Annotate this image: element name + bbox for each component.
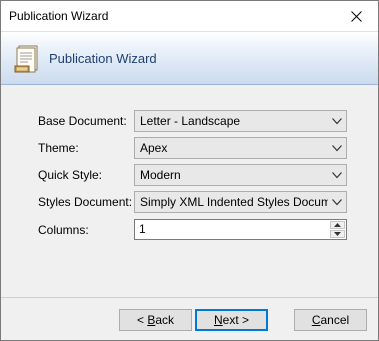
next-rest: ext >	[222, 313, 250, 327]
close-button[interactable]	[334, 1, 378, 31]
columns-spinner[interactable]: 1	[134, 219, 347, 240]
spin-up-button[interactable]	[330, 221, 345, 229]
theme-select[interactable]: Apex	[134, 137, 347, 159]
base-document-select[interactable]: Letter - Landscape	[134, 110, 347, 132]
base-document-label: Base Document:	[38, 114, 127, 128]
columns-value: 1	[139, 222, 146, 236]
window-title: Publication Wizard	[9, 9, 109, 23]
banner-title: Publication Wizard	[49, 51, 157, 66]
next-mnemonic: N	[213, 313, 223, 327]
chevron-down-icon	[332, 118, 342, 125]
columns-spinner-buttons	[330, 221, 345, 238]
wizard-header-banner: Publication Wizard	[1, 31, 378, 85]
wizard-form: Base Document: Letter - Landscape Theme:…	[1, 86, 378, 296]
quick-style-row: Quick Style: Modern	[1, 164, 378, 186]
back-rest: ack	[155, 313, 175, 327]
document-icon	[14, 45, 38, 73]
next-button[interactable]: Next >	[195, 309, 268, 331]
spin-down-button[interactable]	[330, 230, 345, 238]
cancel-rest: ancel	[320, 313, 350, 327]
theme-value: Apex	[140, 141, 168, 155]
back-prefix: <	[136, 313, 148, 327]
quick-style-value: Modern	[140, 168, 181, 182]
base-document-row: Base Document: Letter - Landscape	[1, 110, 378, 132]
spin-up-icon	[334, 223, 341, 227]
chevron-down-icon	[332, 199, 342, 206]
styles-document-row: Styles Document: Simply XML Indented Sty…	[1, 191, 378, 213]
theme-row: Theme: Apex	[1, 137, 378, 159]
chevron-down-icon	[332, 172, 342, 179]
footer-divider	[1, 297, 378, 298]
columns-row: Columns: 1	[1, 219, 378, 241]
base-document-value: Letter - Landscape	[140, 114, 241, 128]
spin-down-icon	[334, 232, 341, 236]
columns-label: Columns:	[38, 223, 89, 237]
quick-style-label: Quick Style:	[38, 168, 103, 182]
theme-label: Theme:	[38, 141, 79, 155]
styles-document-select[interactable]: Simply XML Indented Styles Document	[134, 191, 347, 213]
publication-wizard-dialog: Publication Wizard Publication Wizard Ba…	[0, 0, 379, 341]
cancel-button[interactable]: Cancel	[294, 309, 367, 331]
back-mnemonic: B	[147, 313, 156, 327]
chevron-down-icon	[332, 145, 342, 152]
close-icon	[350, 10, 362, 22]
title-bar: Publication Wizard	[1, 1, 378, 31]
styles-document-label: Styles Document:	[38, 195, 133, 209]
back-button[interactable]: < Back	[119, 309, 192, 331]
styles-document-value: Simply XML Indented Styles Document	[140, 195, 328, 209]
quick-style-select[interactable]: Modern	[134, 164, 347, 186]
cancel-mnemonic: C	[311, 313, 321, 327]
